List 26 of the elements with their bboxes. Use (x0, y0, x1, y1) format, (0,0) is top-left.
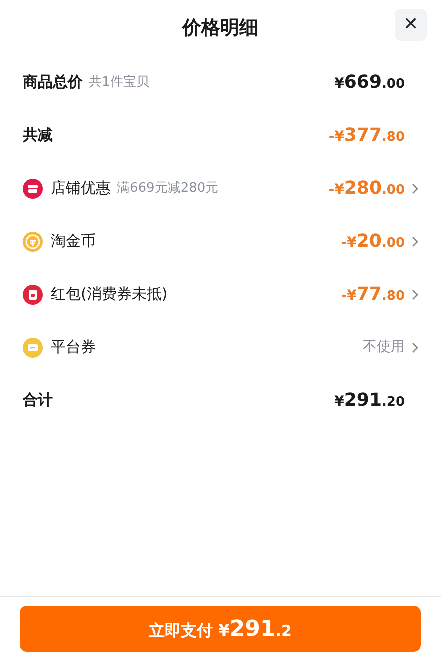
close-button[interactable]: ✕ (395, 9, 427, 41)
row-label: 店铺优惠 (51, 178, 111, 200)
row-label: 淘金币 (51, 231, 96, 252)
coupon-icon (23, 338, 43, 358)
row-label: 商品总价 (23, 72, 83, 94)
row-label: 合计 (23, 390, 53, 412)
coin-icon (23, 232, 43, 252)
price-amount: -¥377.80 (328, 124, 405, 148)
shop-icon (23, 178, 43, 198)
chevron-icon[interactable] (411, 236, 419, 248)
envelope-icon (23, 284, 43, 304)
price-amount: -¥77.80 (341, 283, 405, 307)
price-amount: ¥291.20 (334, 389, 405, 413)
row-note: 共1件宝贝 (89, 74, 150, 92)
row-note: 满669元减280元 (117, 180, 219, 198)
chevron-icon[interactable] (411, 182, 419, 194)
row-label: 平台券 (51, 337, 96, 358)
row-value: 不使用 (363, 338, 405, 357)
price-amount: ¥669.00 (334, 71, 405, 95)
chevron-icon[interactable] (411, 288, 419, 300)
row-label: 红包(消费券未抵) (51, 284, 168, 306)
chevron-icon[interactable] (411, 342, 419, 354)
price-amount: -¥280.00 (328, 177, 405, 201)
dialog-title: 价格明细 (182, 16, 258, 41)
price-amount: -¥20.00 (341, 230, 405, 254)
row-label: 共减 (23, 125, 53, 146)
